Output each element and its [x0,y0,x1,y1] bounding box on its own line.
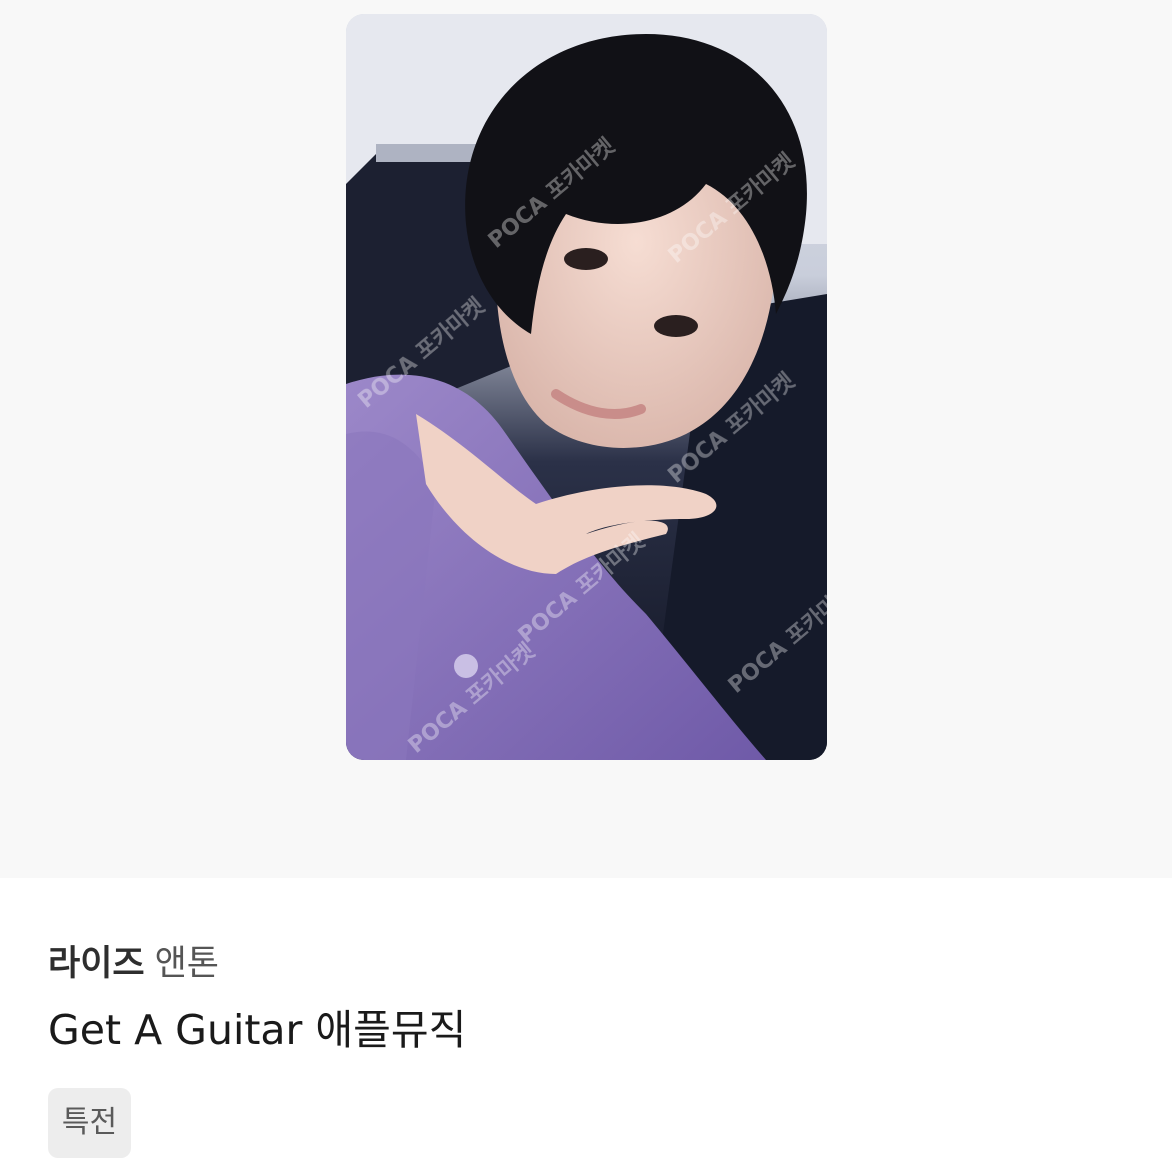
artist-line: 라이즈 앤톤 [48,938,1128,990]
benefit-tag[interactable]: 특전 [48,1088,131,1158]
photocard-selfie-image: POCA 포카마켓 POCA 포카마켓 POCA 포카마켓 POCA 포카마켓 … [346,14,827,760]
member-name[interactable]: 앤톤 [155,944,219,984]
photocard-image[interactable]: POCA 포카마켓 POCA 포카마켓 POCA 포카마켓 POCA 포카마켓 … [346,14,827,760]
product-info: 라이즈 앤톤 Get A Guitar 애플뮤직 특전 [48,938,1128,1158]
product-title: Get A Guitar 애플뮤직 [48,1006,467,1054]
artist-name[interactable]: 라이즈 [48,944,145,984]
product-image-gallery: POCA 포카마켓 POCA 포카마켓 POCA 포카마켓 POCA 포카마켓 … [0,0,1172,878]
